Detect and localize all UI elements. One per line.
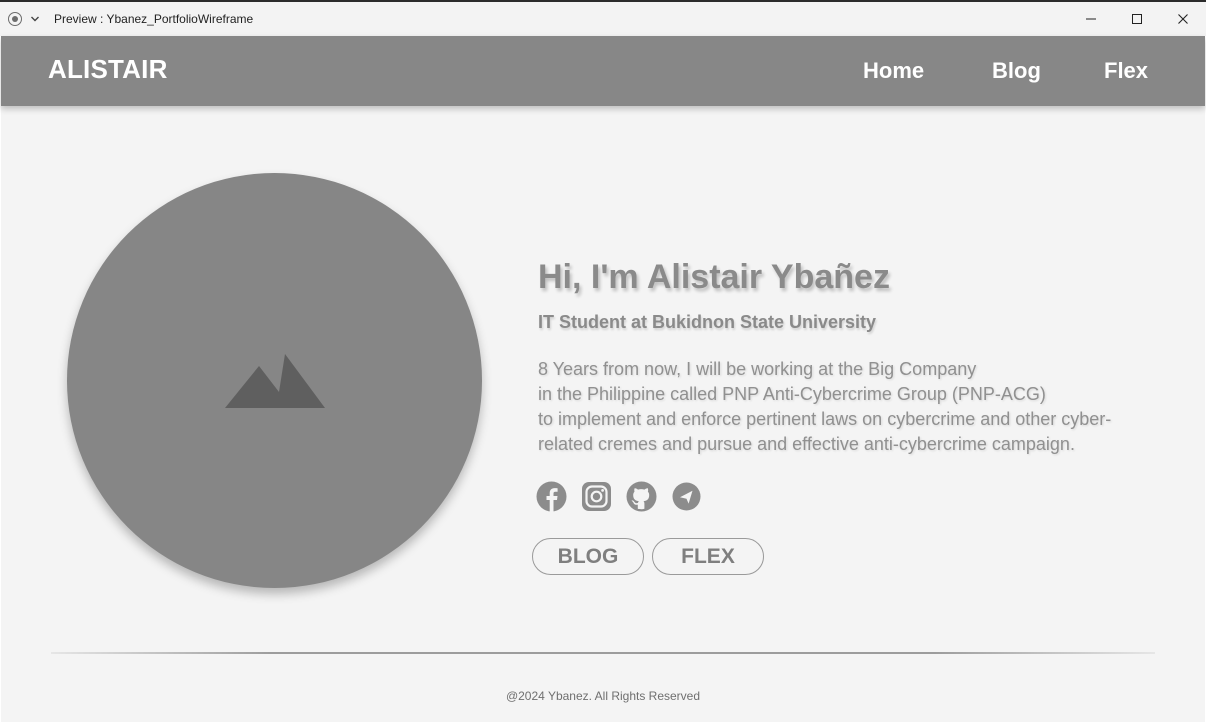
bio-line: related cremes and pursue and effective … xyxy=(538,434,1075,454)
telegram-icon[interactable] xyxy=(671,481,702,512)
social-links xyxy=(536,481,702,512)
blog-button[interactable]: BLOG xyxy=(532,538,644,575)
footer-divider xyxy=(51,652,1155,654)
github-icon[interactable] xyxy=(626,481,657,512)
maximize-icon xyxy=(1132,14,1142,24)
close-icon xyxy=(1178,14,1188,24)
cta-buttons: BLOG FLEX xyxy=(532,538,764,575)
nav-link-blog[interactable]: Blog xyxy=(992,58,1041,84)
facebook-icon[interactable] xyxy=(536,481,567,512)
hero-subtitle: IT Student at Bukidnon State University xyxy=(538,312,877,332)
minimize-button[interactable] xyxy=(1068,2,1114,36)
maximize-button[interactable] xyxy=(1114,2,1160,36)
image-placeholder-icon xyxy=(224,353,325,408)
preview-frame: ALISTAIR Home Blog Flex Hi, I'm Alistair… xyxy=(1,36,1205,722)
bio-line: in the Philippine called PNP Anti-Cyberc… xyxy=(538,384,1046,404)
bio-line: 8 Years from now, I will be working at t… xyxy=(538,359,977,379)
window-radio-icon[interactable] xyxy=(8,12,22,26)
brand-logo[interactable]: ALISTAIR xyxy=(48,54,168,85)
chevron-down-icon[interactable] xyxy=(28,12,42,26)
nav-link-flex[interactable]: Flex xyxy=(1104,58,1148,84)
hero-title: Hi, I'm Alistair Ybañez xyxy=(538,258,890,296)
window-title: Preview : Ybanez_PortfolioWireframe xyxy=(54,12,254,26)
bio-line: to implement and enforce pertinent laws … xyxy=(538,409,1112,429)
minimize-icon xyxy=(1086,18,1096,20)
nav-link-home[interactable]: Home xyxy=(863,58,924,84)
footer-copyright: @2024 Ybanez. All Rights Reserved xyxy=(505,689,701,703)
flex-button[interactable]: FLEX xyxy=(652,538,764,575)
window-titlebar: Preview : Ybanez_PortfolioWireframe xyxy=(0,0,1206,36)
close-button[interactable] xyxy=(1160,2,1206,36)
navbar: ALISTAIR Home Blog Flex xyxy=(1,36,1205,106)
profile-avatar xyxy=(67,173,482,588)
bio-paragraph: 8 Years from now, I will be working at t… xyxy=(538,357,1158,457)
instagram-icon[interactable] xyxy=(581,481,612,512)
